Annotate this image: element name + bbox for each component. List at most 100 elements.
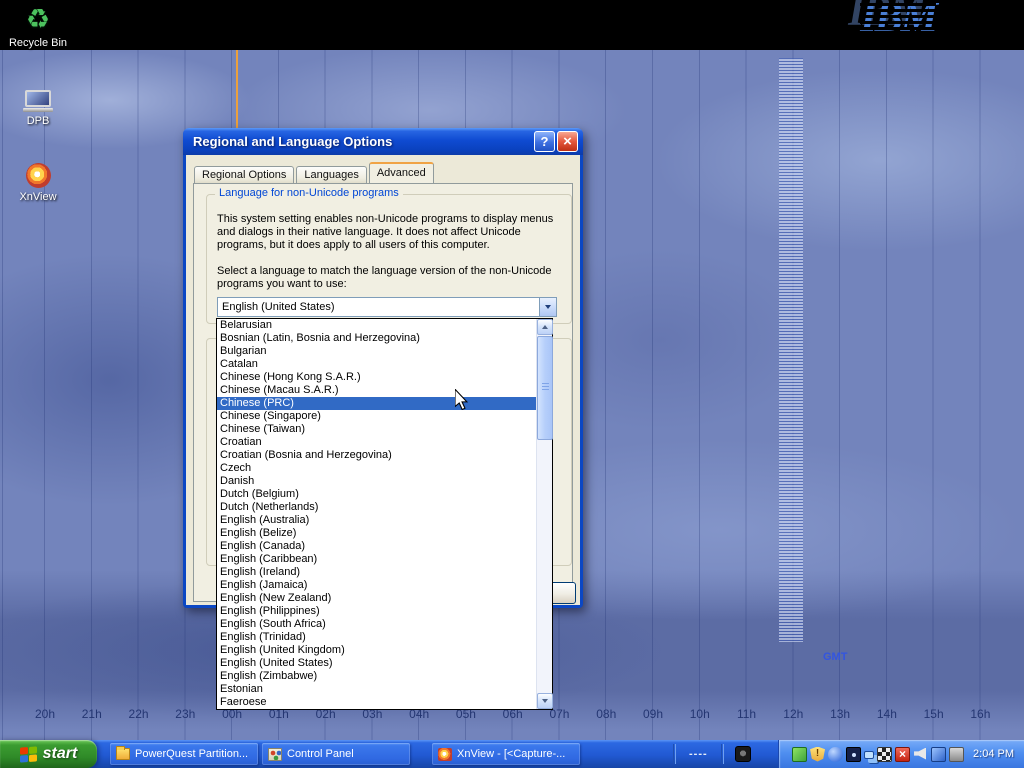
windows-flag-icon [20, 746, 37, 762]
deskband-divider[interactable] [721, 744, 724, 764]
task-label: XnView - [<Capture-... [457, 748, 565, 760]
desktop-icon-dpb[interactable]: DPB [2, 82, 74, 127]
listbox-item[interactable]: Croatian (Bosnia and Herzegovina) [217, 449, 536, 462]
listbox-item[interactable]: English (Jamaica) [217, 579, 536, 592]
listbox-item[interactable]: Catalan [217, 358, 536, 371]
xnview-icon [438, 748, 452, 761]
tray-icons [789, 747, 964, 762]
listbox-item[interactable]: English (Ireland) [217, 566, 536, 579]
start-button[interactable]: start [0, 740, 97, 768]
chevron-down-icon [545, 305, 551, 309]
language-combobox[interactable]: English (United States) [217, 297, 557, 317]
listbox-item[interactable]: Belarusian [217, 319, 536, 332]
listbox-item[interactable]: Chinese (Macau S.A.R.) [217, 384, 536, 397]
tray-dark-app-icon[interactable] [846, 747, 861, 762]
listbox-scrollbar[interactable] [536, 319, 552, 709]
listbox-item[interactable]: English (South Africa) [217, 618, 536, 631]
listbox-item[interactable]: Czech [217, 462, 536, 475]
listbox-item[interactable]: Bulgarian [217, 345, 536, 358]
language-dropdown-list: BelarusianBosnian (Latin, Bosnia and Her… [216, 318, 553, 710]
language-non-unicode-group: Language for non-Unicode programs This s… [206, 194, 572, 324]
hour-label: 15h [921, 707, 947, 721]
group-caption: Language for non-Unicode programs [215, 187, 403, 199]
hour-label: 08h [593, 707, 619, 721]
hour-label: 16h [967, 707, 993, 721]
desktop-icon-label: XnView [19, 191, 56, 203]
taskbar-task-1[interactable]: PowerQuest Partition... [110, 743, 258, 765]
dialog-titlebar[interactable]: Regional and Language Options ? × [183, 128, 583, 155]
taskbar-clock[interactable]: 2:04 PM [973, 748, 1014, 760]
tray-gray-app-icon[interactable] [949, 747, 964, 762]
ibm-logo: IBM [860, 0, 936, 50]
listbox-item[interactable]: English (New Zealand) [217, 592, 536, 605]
hour-label: 13h [827, 707, 853, 721]
scrollbar-thumb[interactable] [537, 336, 553, 440]
scrollbar-up-button[interactable] [537, 319, 553, 335]
desktop-icon-label: DPB [27, 115, 50, 127]
combobox-dropdown-button[interactable] [539, 298, 556, 316]
tab-languages[interactable]: Languages [296, 166, 366, 183]
listbox-item[interactable]: Dutch (Belgium) [217, 488, 536, 501]
listbox-item[interactable]: English (Philippines) [217, 605, 536, 618]
tray-update-icon[interactable] [828, 747, 843, 762]
listbox-item[interactable]: Estonian [217, 683, 536, 696]
tray-blue-app-icon[interactable] [931, 747, 946, 762]
listbox-item[interactable]: English (Caribbean) [217, 553, 536, 566]
control-panel-icon [268, 748, 282, 761]
desktop-top-band: IBM [0, 0, 1024, 50]
group-instruction: Select a language to match the language … [217, 265, 569, 291]
desktop-icon-xnview[interactable]: XnView [2, 158, 74, 203]
listbox-item[interactable]: Chinese (PRC) [217, 397, 536, 410]
tab-regional-options[interactable]: Regional Options [194, 166, 294, 183]
listbox-item[interactable]: Bosnian (Latin, Bosnia and Herzegovina) [217, 332, 536, 345]
listbox-item[interactable]: Chinese (Taiwan) [217, 423, 536, 436]
listbox-item[interactable]: English (United States) [217, 657, 536, 670]
listbox-item[interactable]: English (Australia) [217, 514, 536, 527]
listbox-item[interactable]: Chinese (Singapore) [217, 410, 536, 423]
listbox-item[interactable]: Croatian [217, 436, 536, 449]
tray-antivirus-icon[interactable] [792, 747, 807, 762]
listbox-item[interactable]: English (Canada) [217, 540, 536, 553]
listbox-item[interactable]: Faeroese [217, 696, 536, 709]
tray-alert-icon[interactable] [895, 747, 910, 762]
language-listbox-items: BelarusianBosnian (Latin, Bosnia and Her… [217, 319, 536, 709]
laptop-icon [23, 82, 53, 112]
deskband-divider[interactable] [673, 744, 676, 764]
hour-label: 20h [32, 707, 58, 721]
hour-label: 22h [126, 707, 152, 721]
help-button[interactable]: ? [534, 131, 555, 152]
taskbar-task-2[interactable]: Control Panel [262, 743, 410, 765]
listbox-item[interactable]: Chinese (Hong Kong S.A.R.) [217, 371, 536, 384]
tray-network-icon[interactable] [864, 751, 874, 759]
start-button-label: start [43, 745, 78, 763]
ibm-logo-text: IBM [860, 0, 936, 41]
arrow-up-icon [542, 325, 548, 329]
listbox-item[interactable]: Dutch (Netherlands) [217, 501, 536, 514]
desktop-icon-label: Recycle Bin [9, 37, 67, 49]
taskbar-deskband: ---- [668, 740, 757, 768]
listbox-item[interactable]: English (Belize) [217, 527, 536, 540]
dialog-tabs: Regional OptionsLanguagesAdvanced [194, 162, 436, 183]
listbox-item[interactable]: English (Trinidad) [217, 631, 536, 644]
hour-label: 21h [79, 707, 105, 721]
regional-language-options-dialog: Regional and Language Options ? × Region… [183, 128, 583, 608]
dialog-body: Regional OptionsLanguagesAdvanced Langua… [186, 155, 580, 605]
tray-vnc-icon[interactable] [877, 747, 892, 762]
deskband-text[interactable]: ---- [681, 748, 716, 760]
tab-advanced[interactable]: Advanced [369, 162, 434, 183]
xnview-icon [26, 158, 51, 188]
desktop-icon-recycle-bin[interactable]: ♻ Recycle Bin [2, 4, 74, 49]
listbox-item[interactable]: Danish [217, 475, 536, 488]
tray-security-shield-icon[interactable] [810, 747, 825, 762]
scrollbar-down-button[interactable] [537, 693, 553, 709]
deskband-app-icon[interactable] [735, 746, 751, 762]
task-buttons: PowerQuest Partition... Control Panel XnVi… [110, 740, 584, 768]
taskbar-task-3[interactable]: XnView - [<Capture-... [432, 743, 580, 765]
dialog-title: Regional and Language Options [193, 134, 532, 149]
task-label: PowerQuest Partition... [135, 748, 248, 760]
listbox-item[interactable]: English (United Kingdom) [217, 644, 536, 657]
tray-volume-icon[interactable] [913, 747, 928, 762]
listbox-item[interactable]: English (Zimbabwe) [217, 670, 536, 683]
hour-label: 12h [780, 707, 806, 721]
close-button[interactable]: × [557, 131, 578, 152]
